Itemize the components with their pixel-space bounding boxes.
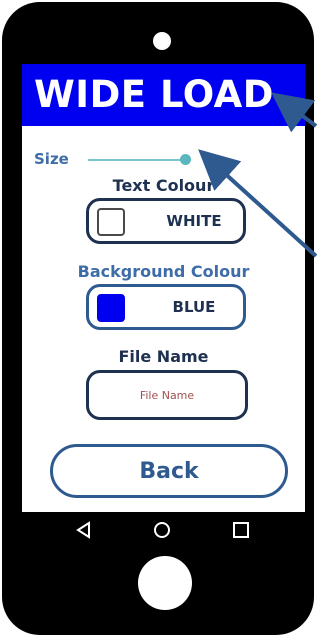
arrow-to-banner	[271, 92, 318, 133]
annotation-arrows	[198, 92, 318, 258]
arrow-to-slider	[198, 149, 318, 258]
